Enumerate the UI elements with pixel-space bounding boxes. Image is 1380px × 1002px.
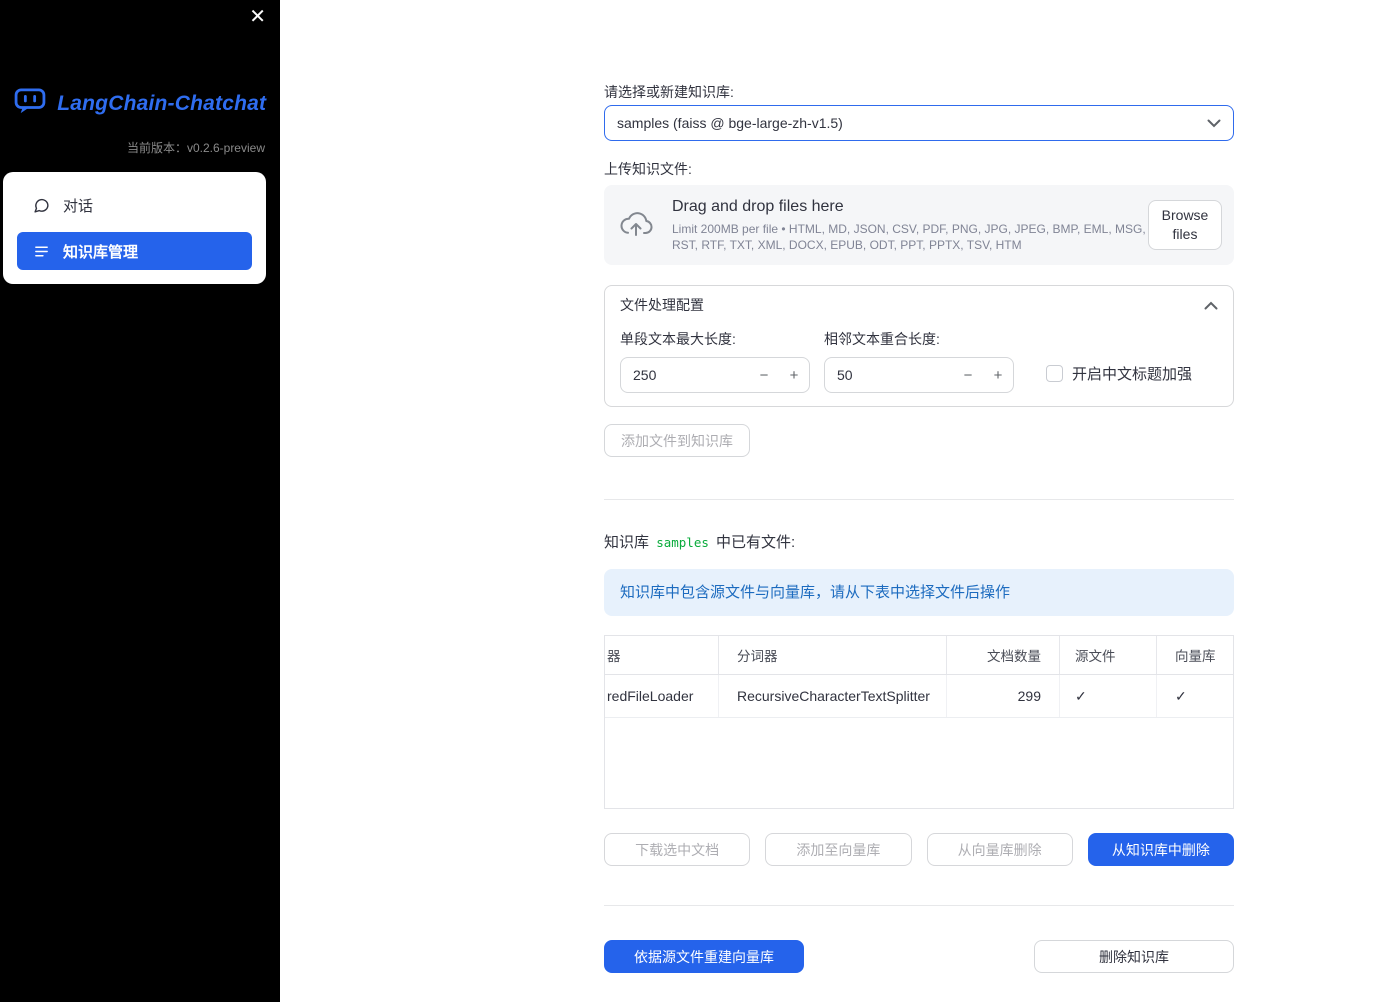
chevron-up-icon	[1204, 301, 1218, 310]
knowledge-base-icon	[33, 243, 50, 260]
cloud-upload-icon	[618, 211, 654, 239]
sidebar: ✕ LangChain-Chatchat 当前版本：v0.2.6-preview…	[0, 0, 280, 1002]
column-header-splitter[interactable]: 分词器	[719, 636, 947, 674]
sidebar-item-dialogue[interactable]: 对话	[17, 186, 252, 224]
file-config-expander: 文件处理配置 单段文本最大长度: 250 − + 相邻文本重合长度: 50 − …	[604, 285, 1234, 407]
delete-kb-button[interactable]: 删除知识库	[1034, 940, 1234, 973]
checkbox-label: 开启中文标题加强	[1072, 366, 1193, 383]
overlap-input[interactable]: 50 − +	[824, 357, 1014, 393]
app-logo: LangChain-Chatchat	[0, 88, 280, 119]
cell-splitter[interactable]: RecursiveCharacterTextSplitter	[719, 675, 947, 717]
add-to-vector-store-button[interactable]: 添加至向量库	[765, 833, 912, 866]
sidebar-menu: 对话 知识库管理	[3, 172, 266, 284]
logo-chat-icon	[14, 88, 46, 119]
sidebar-item-label: 对话	[63, 197, 94, 215]
expander-body: 单段文本最大长度: 250 − + 相邻文本重合长度: 50 − + 开启中文标…	[605, 324, 1233, 406]
column-header-vector-store[interactable]: 向量库	[1157, 636, 1233, 674]
file-action-buttons: 下载选中文档 添加至向量库 从向量库删除 从知识库中删除	[604, 833, 1234, 866]
decrement-button[interactable]: −	[953, 358, 983, 392]
sidebar-item-label: 知识库管理	[63, 243, 139, 261]
table-header-row: 器 分词器 文档数量 源文件 向量库	[605, 636, 1233, 675]
delete-from-kb-button[interactable]: 从知识库中删除	[1087, 833, 1234, 866]
column-header-source-file[interactable]: 源文件	[1060, 636, 1157, 674]
dropzone-hint: Limit 200MB per file • HTML, MD, JSON, C…	[672, 221, 1146, 252]
overlap-label: 相邻文本重合长度:	[824, 331, 940, 347]
heading-prefix: 知识库	[604, 534, 650, 551]
chinese-title-checkbox[interactable]: 开启中文标题加强	[1046, 363, 1192, 384]
column-header-loader[interactable]: 器	[605, 636, 719, 674]
sidebar-item-knowledge-base[interactable]: 知识库管理	[17, 232, 252, 270]
overlap-field: 相邻文本重合长度: 50 − +	[824, 330, 1014, 393]
increment-button[interactable]: +	[779, 358, 809, 392]
dropzone-text: Drag and drop files here Limit 200MB per…	[672, 198, 1148, 253]
cell-loader[interactable]: redFileLoader	[605, 675, 719, 717]
checkbox-icon[interactable]	[1046, 365, 1063, 382]
cell-doc-count[interactable]: 299	[947, 675, 1060, 717]
cell-vector-store-check[interactable]: ✓	[1157, 675, 1233, 717]
files-table: 器 分词器 文档数量 源文件 向量库 redFileLoader Recursi…	[604, 635, 1234, 809]
cell-source-file-check[interactable]: ✓	[1060, 675, 1157, 717]
version-label: 当前版本：v0.2.6-preview	[126, 141, 265, 155]
expander-title: 文件处理配置	[620, 297, 704, 313]
delete-from-vector-store-button[interactable]: 从向量库删除	[926, 833, 1073, 866]
browse-files-button[interactable]: Browse files	[1148, 200, 1222, 250]
divider	[604, 499, 1234, 500]
heading-suffix: 中已有文件:	[716, 534, 796, 551]
expander-header[interactable]: 文件处理配置	[605, 286, 1233, 324]
upload-label: 上传知识文件:	[604, 161, 692, 177]
max-length-value[interactable]: 250	[621, 358, 749, 392]
dropzone-title: Drag and drop files here	[672, 197, 844, 215]
max-length-field: 单段文本最大长度: 250 − +	[620, 330, 810, 393]
max-length-label: 单段文本最大长度:	[620, 331, 736, 347]
close-sidebar-button[interactable]: ✕	[249, 6, 266, 28]
kb-select-value: samples (faiss @ bge-large-zh-v1.5)	[617, 115, 843, 131]
logo-text: LangChain-Chatchat	[57, 91, 267, 115]
app-window: ✕ LangChain-Chatchat 当前版本：v0.2.6-preview…	[0, 0, 1380, 1002]
chevron-down-icon	[1207, 119, 1221, 128]
download-selected-button[interactable]: 下载选中文档	[604, 833, 751, 866]
chat-bubble-icon	[33, 197, 50, 214]
rebuild-vector-store-button[interactable]: 依据源文件重建向量库	[604, 940, 804, 973]
overlap-value[interactable]: 50	[825, 358, 953, 392]
max-length-input[interactable]: 250 − +	[620, 357, 810, 393]
table-row[interactable]: redFileLoader RecursiveCharacterTextSpli…	[605, 675, 1233, 718]
kb-select-label: 请选择或新建知识库:	[604, 84, 734, 100]
kb-select[interactable]: samples (faiss @ bge-large-zh-v1.5)	[604, 105, 1234, 141]
kb-name-code: samples	[656, 535, 709, 550]
column-header-doc-count[interactable]: 文档数量	[947, 636, 1060, 674]
info-alert: 知识库中包含源文件与向量库，请从下表中选择文件后操作	[604, 569, 1234, 616]
add-files-button[interactable]: 添加文件到知识库	[604, 424, 750, 457]
increment-button[interactable]: +	[983, 358, 1013, 392]
existing-files-heading: 知识库 samples 中已有文件:	[604, 533, 1234, 553]
main-content: 请选择或新建知识库: samples (faiss @ bge-large-zh…	[604, 0, 1234, 973]
divider	[604, 905, 1234, 906]
file-dropzone[interactable]: Drag and drop files here Limit 200MB per…	[604, 185, 1234, 265]
kb-bottom-buttons: 依据源文件重建向量库 删除知识库	[604, 940, 1234, 973]
decrement-button[interactable]: −	[749, 358, 779, 392]
